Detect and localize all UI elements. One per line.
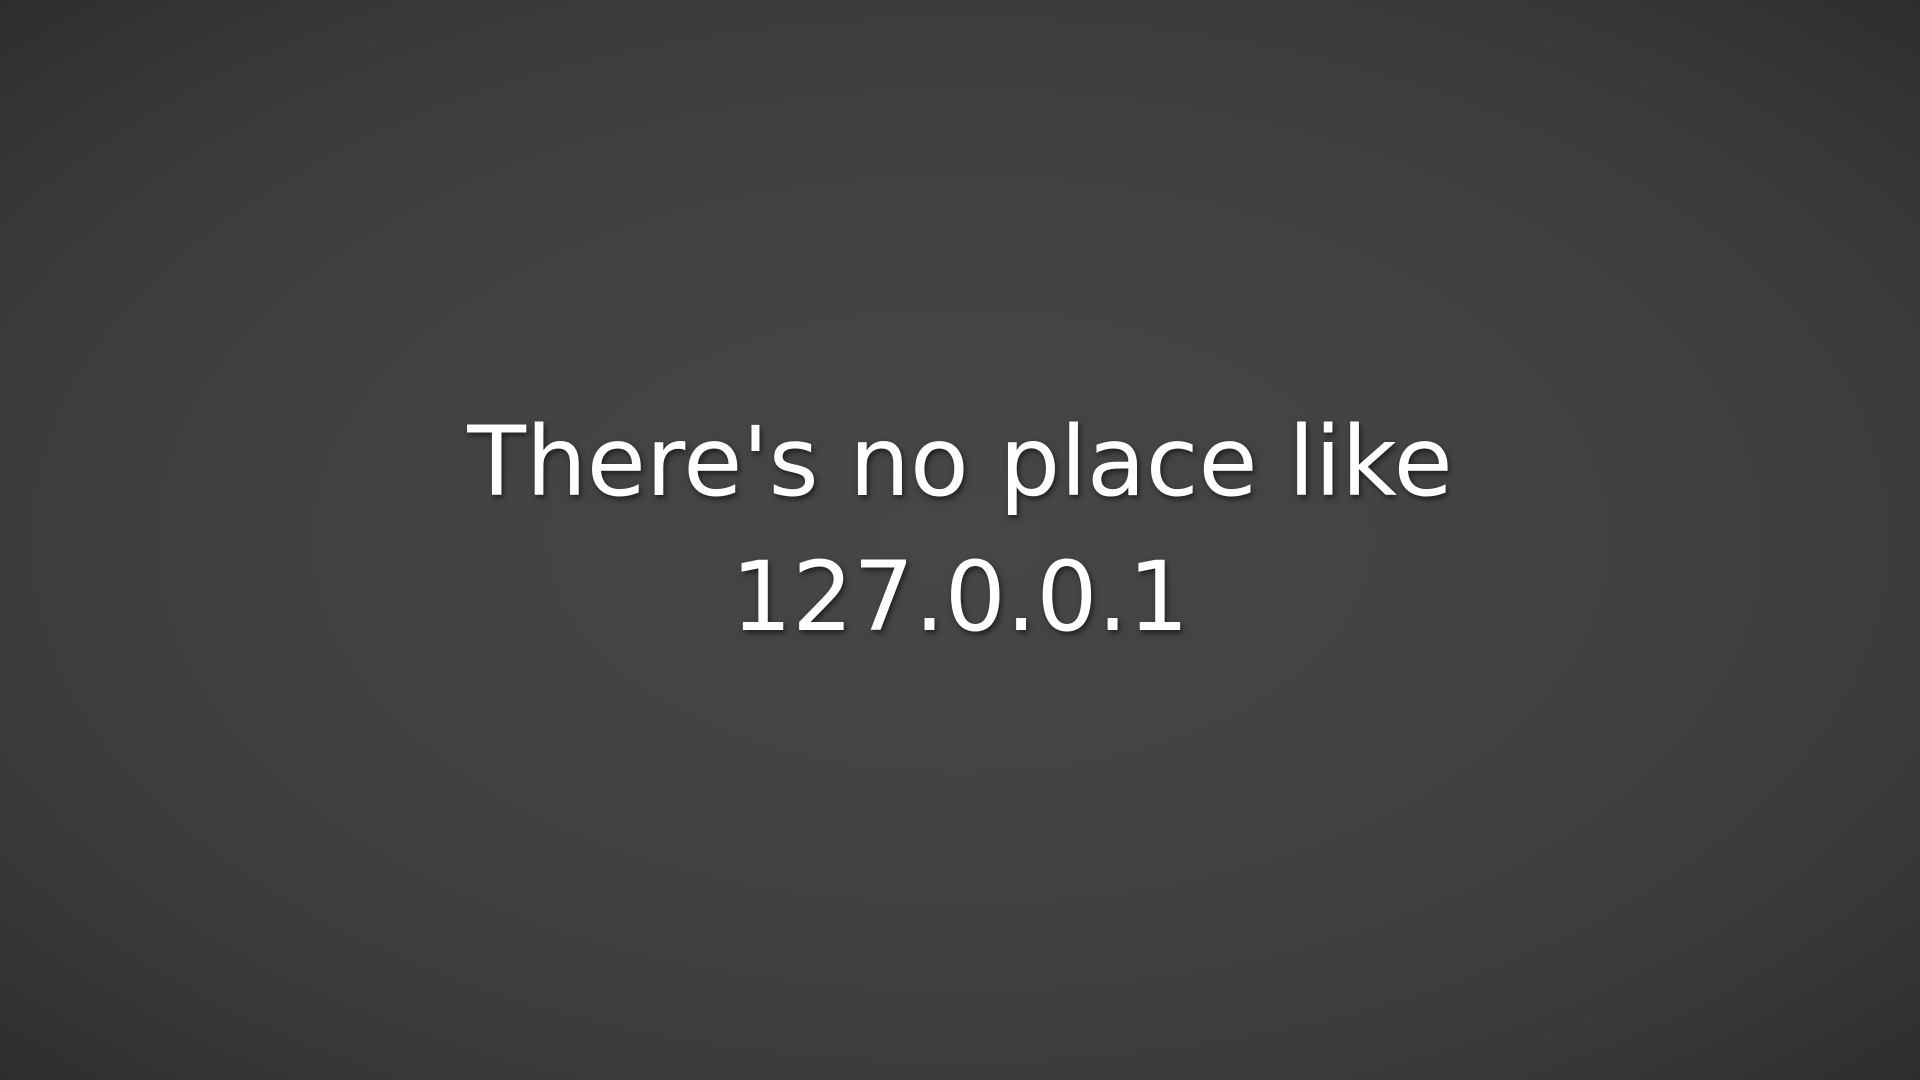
wallpaper-message: There's no place like 127.0.0.1 [467, 395, 1452, 665]
desktop-wallpaper: There's no place like 127.0.0.1 [0, 0, 1920, 1080]
wallpaper-text-line-2: 127.0.0.1 [730, 541, 1189, 653]
wallpaper-text-line-1: There's no place like [467, 406, 1453, 518]
